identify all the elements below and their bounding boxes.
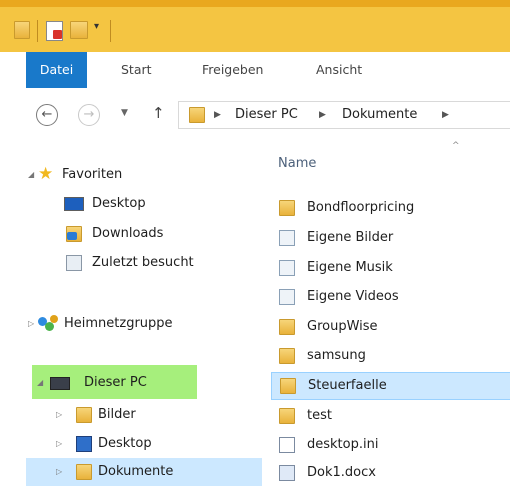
breadcrumb-separator[interactable]: ▶ bbox=[319, 102, 326, 128]
settings-file-icon bbox=[279, 437, 295, 453]
desktop-icon bbox=[64, 197, 84, 211]
address-bar[interactable]: ▶ Dieser PC ▶ Dokumente ▶ bbox=[178, 101, 510, 129]
file-row[interactable]: samsung bbox=[271, 342, 510, 370]
file-row[interactable]: GroupWise bbox=[271, 313, 510, 341]
nav-label: Favoriten bbox=[62, 167, 123, 182]
file-name: Eigene Bilder bbox=[307, 230, 394, 245]
star-icon: ★ bbox=[38, 164, 54, 184]
folder-icon bbox=[279, 348, 295, 364]
shortcut-icon bbox=[279, 260, 295, 276]
up-button[interactable]: ↑ bbox=[152, 104, 165, 122]
nav-label: Dieser PC bbox=[84, 375, 147, 390]
new-folder-icon[interactable] bbox=[70, 21, 88, 39]
properties-icon[interactable] bbox=[46, 21, 63, 41]
folder-icon bbox=[279, 200, 295, 216]
file-list: Name ^ Bondfloorpricing Eigene Bilder Ei… bbox=[263, 141, 510, 487]
collapse-icon[interactable]: ◢ bbox=[28, 161, 34, 189]
tab-datei[interactable]: Datei bbox=[26, 52, 87, 88]
folder-icon bbox=[279, 408, 295, 424]
collapse-icon[interactable]: ◢ bbox=[37, 369, 43, 397]
file-row[interactable]: desktop.ini bbox=[271, 431, 510, 459]
file-name: Eigene Musik bbox=[307, 260, 393, 275]
file-name: Bondfloorpricing bbox=[307, 200, 415, 215]
address-row: ← → ▼ ↑ ▶ Dieser PC ▶ Dokumente ▶ bbox=[0, 88, 510, 144]
file-row[interactable]: Bondfloorpricing bbox=[271, 194, 510, 222]
shortcut-icon bbox=[279, 230, 295, 246]
breadcrumb-separator[interactable]: ▶ bbox=[214, 102, 221, 128]
recent-locations-icon[interactable]: ▼ bbox=[121, 108, 128, 118]
column-header-name[interactable]: Name bbox=[278, 154, 316, 174]
nav-label: Dokumente bbox=[98, 464, 174, 479]
file-row[interactable]: Eigene Videos bbox=[271, 283, 510, 311]
back-button[interactable]: ← bbox=[36, 104, 58, 126]
breadcrumb-separator[interactable]: ▶ bbox=[442, 102, 449, 128]
ribbon: Datei Start Freigeben Ansicht bbox=[0, 52, 510, 89]
nav-label: Heimnetzgruppe bbox=[64, 316, 173, 331]
folder-icon bbox=[280, 378, 296, 394]
file-name: Dok1.docx bbox=[307, 465, 376, 480]
folder-icon bbox=[189, 107, 205, 123]
file-name: test bbox=[307, 408, 332, 423]
computer-icon bbox=[50, 377, 70, 390]
desktop-folder-icon bbox=[76, 436, 92, 452]
navigation-pane: ◢ ★ Favoriten Desktop Downloads Zuletzt … bbox=[0, 144, 262, 486]
folder-icon bbox=[279, 319, 295, 335]
download-arrow-icon bbox=[67, 232, 77, 240]
expand-icon[interactable]: ▷ bbox=[56, 430, 62, 458]
sort-ascending-icon: ^ bbox=[452, 141, 460, 151]
nav-label: Zuletzt besucht bbox=[92, 255, 194, 270]
file-name: GroupWise bbox=[307, 319, 378, 334]
breadcrumb-dokumente[interactable]: Dokumente bbox=[342, 102, 417, 128]
file-row[interactable]: Dok1.docx bbox=[271, 459, 510, 487]
pictures-icon bbox=[76, 407, 92, 423]
nav-label: Desktop bbox=[92, 196, 146, 211]
file-name: samsung bbox=[307, 348, 366, 363]
breadcrumb-dieser-pc[interactable]: Dieser PC bbox=[235, 102, 298, 128]
file-row[interactable]: Eigene Musik bbox=[271, 254, 510, 282]
file-row[interactable]: test bbox=[271, 402, 510, 430]
nav-label: Desktop bbox=[98, 436, 152, 451]
nav-label: Bilder bbox=[98, 407, 136, 422]
tab-ansicht[interactable]: Ansicht bbox=[316, 52, 362, 88]
nav-label: Downloads bbox=[92, 226, 164, 241]
file-name: desktop.ini bbox=[307, 437, 379, 452]
expand-icon[interactable]: ▷ bbox=[28, 310, 34, 338]
shortcut-icon bbox=[279, 289, 295, 305]
separator bbox=[110, 20, 111, 42]
tab-freigeben[interactable]: Freigeben bbox=[202, 52, 263, 88]
expand-icon[interactable]: ▷ bbox=[56, 458, 62, 486]
file-row[interactable]: Eigene Bilder bbox=[271, 224, 510, 252]
tab-start[interactable]: Start bbox=[121, 52, 152, 88]
file-row-selected[interactable]: Steuerfaelle bbox=[271, 372, 510, 400]
file-name: Eigene Videos bbox=[307, 289, 399, 304]
customize-quick-access-icon[interactable]: ▾ bbox=[94, 21, 99, 32]
word-document-icon bbox=[279, 465, 295, 481]
separator bbox=[37, 20, 38, 42]
folder-app-icon bbox=[14, 21, 30, 39]
expand-icon[interactable]: ▷ bbox=[56, 401, 62, 429]
recent-places-icon bbox=[66, 255, 82, 271]
title-bar: ▾ bbox=[0, 0, 510, 52]
documents-icon bbox=[76, 464, 92, 480]
file-name: Steuerfaelle bbox=[308, 378, 387, 393]
forward-button[interactable]: → bbox=[78, 104, 100, 126]
